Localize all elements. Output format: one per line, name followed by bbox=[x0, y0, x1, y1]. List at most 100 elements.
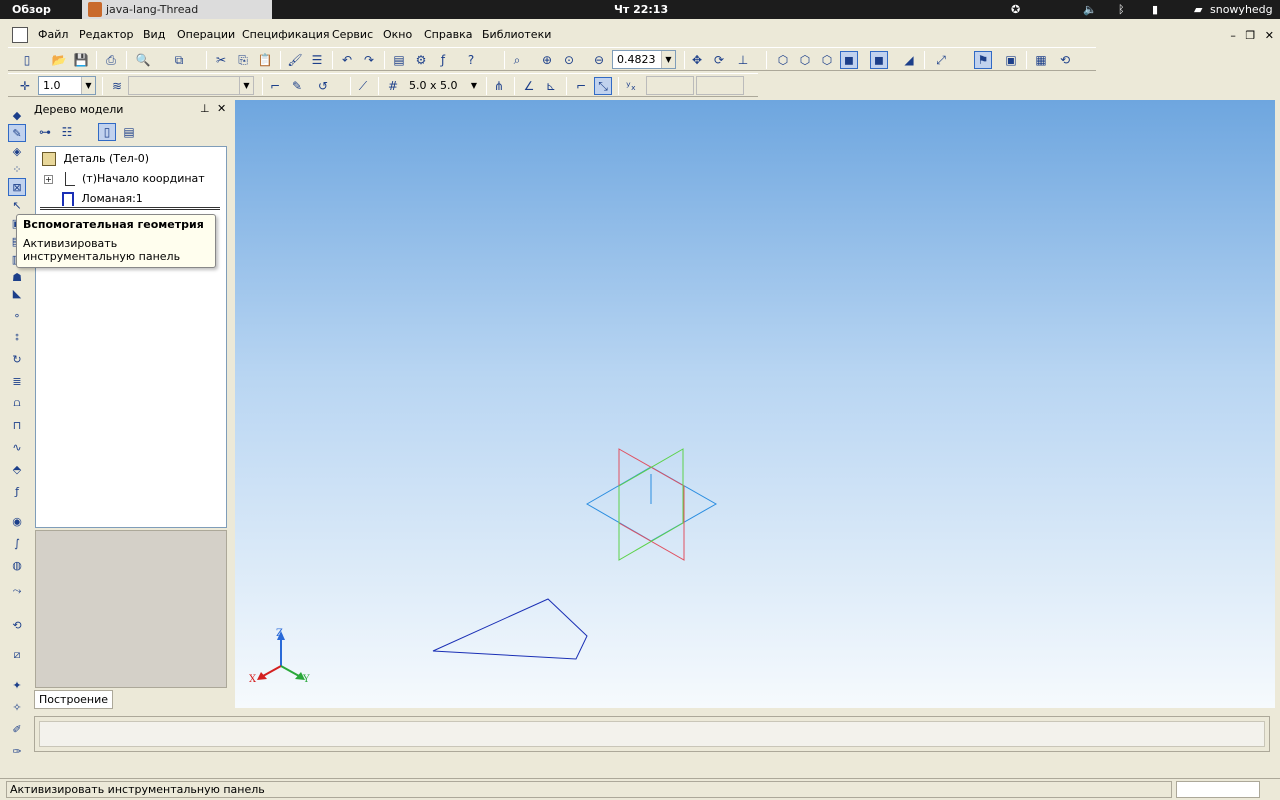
pin-icon[interactable]: ⊥ bbox=[200, 102, 210, 115]
activities-button[interactable]: Обзор bbox=[12, 3, 51, 16]
wireframe-icon[interactable]: ⬡ bbox=[774, 51, 792, 69]
volume-icon[interactable]: 🔈 bbox=[1083, 3, 1097, 16]
paste-icon[interactable]: 📋 bbox=[256, 51, 274, 69]
menu-view[interactable]: Вид bbox=[143, 28, 165, 41]
app-menu-icon[interactable] bbox=[12, 27, 28, 43]
layer-icon[interactable]: ≋ bbox=[108, 77, 126, 95]
bend-icon[interactable]: ⤳ bbox=[8, 582, 26, 600]
projection-icon[interactable]: ◉ bbox=[8, 512, 26, 530]
menu-window[interactable]: Окно bbox=[383, 28, 412, 41]
tree-structure-icon[interactable]: ⊶ bbox=[36, 123, 54, 141]
helix-icon[interactable]: ↻ bbox=[8, 350, 26, 368]
save-icon[interactable]: 💾 bbox=[72, 51, 90, 69]
chevron-down-icon[interactable]: ▼ bbox=[661, 51, 675, 68]
undo-icon[interactable]: ↶ bbox=[338, 51, 356, 69]
help-pointer-icon[interactable]: ? bbox=[462, 51, 480, 69]
menu-file[interactable]: Файл bbox=[38, 28, 68, 41]
active-task-button[interactable]: java-lang-Thread bbox=[82, 0, 272, 19]
tree-view-icon[interactable]: ☷ bbox=[58, 123, 76, 141]
library-icon[interactable]: ▣ bbox=[1002, 51, 1020, 69]
shaded-edges-icon[interactable]: ◼ bbox=[870, 51, 888, 69]
spline-icon[interactable]: ∿ bbox=[8, 438, 26, 456]
menu-help[interactable]: Справка bbox=[424, 28, 472, 41]
menu-libraries[interactable]: Библиотеки bbox=[482, 28, 551, 41]
zoom-area-icon[interactable]: ⊙ bbox=[560, 51, 578, 69]
close-icon[interactable]: ✕ bbox=[217, 102, 226, 115]
grid-combo[interactable]: 5.0 x 5.0 ▼ bbox=[404, 76, 482, 95]
arrays-icon[interactable]: ⁘ bbox=[8, 160, 26, 178]
editing-icon[interactable]: ◆ bbox=[8, 106, 26, 124]
new-file-icon[interactable]: ▯ bbox=[18, 51, 36, 69]
copy-icon[interactable]: ⎘ bbox=[234, 51, 252, 69]
surfaces-icon[interactable]: ◈ bbox=[8, 142, 26, 160]
align-icon[interactable]: ⟋ bbox=[354, 77, 372, 95]
tree-node-origin[interactable]: + (т)Начало координат bbox=[44, 172, 205, 186]
reference-icon[interactable]: ↺ bbox=[314, 77, 332, 95]
measure-icon[interactable]: ▦ bbox=[1032, 51, 1050, 69]
surface-curve-icon[interactable]: ⬘ bbox=[8, 460, 26, 478]
pan-icon[interactable]: ✥ bbox=[688, 51, 706, 69]
perspective-icon[interactable]: ◢ bbox=[900, 51, 918, 69]
chevron-down-icon[interactable]: ▼ bbox=[81, 77, 95, 94]
intersection-icon[interactable]: ∫ bbox=[8, 534, 26, 552]
tool-c-icon[interactable]: ✐ bbox=[8, 720, 26, 738]
step-combo[interactable]: 1.0 ▼ bbox=[38, 76, 96, 95]
refresh-icon[interactable]: ⟲ bbox=[1056, 51, 1074, 69]
grid-icon[interactable]: # bbox=[384, 77, 402, 95]
point-icon[interactable]: ∘ bbox=[8, 306, 26, 324]
magnet-icon[interactable]: ⋔ bbox=[490, 77, 508, 95]
cut-icon[interactable]: ✂ bbox=[212, 51, 230, 69]
formula-curve-icon[interactable]: ƒ bbox=[8, 482, 26, 500]
menu-operations[interactable]: Операции bbox=[177, 28, 235, 41]
sketch-panel-icon[interactable]: ✎ bbox=[8, 124, 26, 142]
snap-active-icon[interactable]: ⤡ bbox=[594, 77, 612, 95]
accessibility-icon[interactable]: ✪ bbox=[1011, 3, 1020, 16]
tool-a-icon[interactable]: ✦ bbox=[8, 676, 26, 694]
shaded-icon[interactable]: ◼ bbox=[840, 51, 858, 69]
tree-mode-icon[interactable]: ▯ bbox=[98, 123, 116, 141]
auxiliary-geometry-icon[interactable]: ⊠ bbox=[8, 178, 26, 196]
dimensions-icon[interactable]: ↖ bbox=[8, 196, 26, 214]
points-icon[interactable]: ⦂ bbox=[8, 328, 26, 346]
print-icon[interactable]: ⎙ bbox=[102, 51, 120, 69]
redo-icon[interactable]: ↷ bbox=[360, 51, 378, 69]
tree-icon[interactable]: ⚑ bbox=[974, 51, 992, 69]
battery-icon[interactable]: ▮ bbox=[1152, 3, 1158, 16]
hidden-lines-icon[interactable]: ⬡ bbox=[796, 51, 814, 69]
format-painter-icon[interactable]: 🖌 bbox=[286, 51, 304, 69]
layout-icon[interactable]: ⧉ bbox=[170, 51, 188, 69]
local-cs-icon[interactable]: ∠ bbox=[520, 77, 538, 95]
spiral-icon[interactable]: ≣ bbox=[8, 372, 26, 390]
3d-viewport[interactable]: Z X Y bbox=[235, 100, 1275, 708]
expand-icon[interactable]: + bbox=[44, 175, 53, 184]
sheet-icon[interactable]: ◣ bbox=[8, 284, 26, 302]
bluetooth-icon[interactable]: ᛒ bbox=[1118, 3, 1125, 16]
menu-editor[interactable]: Редактор bbox=[79, 28, 134, 41]
tool-d-icon[interactable]: ✑ bbox=[8, 742, 26, 760]
function-icon[interactable]: ƒ bbox=[434, 51, 452, 69]
restore-icon[interactable]: ❐ bbox=[1245, 29, 1255, 42]
connect-icon[interactable]: ⟲ bbox=[8, 616, 26, 634]
rebuild-icon[interactable]: ⧄ bbox=[8, 646, 26, 664]
orientation-icon[interactable]: ⊥ bbox=[734, 51, 752, 69]
thin-lines-icon[interactable]: ⬡ bbox=[818, 51, 836, 69]
ortho-icon[interactable]: ⌐ bbox=[572, 77, 590, 95]
username[interactable]: snowyhedg bbox=[1210, 3, 1273, 16]
rotate-icon[interactable]: ⟳ bbox=[710, 51, 728, 69]
chevron-down-icon[interactable]: ▼ bbox=[467, 77, 481, 94]
zoom-scale-icon[interactable]: ⊖ bbox=[590, 51, 608, 69]
variables-icon[interactable]: ⚙ bbox=[412, 51, 430, 69]
tree-list-icon[interactable]: ▤ bbox=[120, 123, 138, 141]
sketch-icon[interactable]: ⌐ bbox=[266, 77, 284, 95]
properties-icon[interactable]: ☰ bbox=[308, 51, 326, 69]
preview-icon[interactable]: 🔍 bbox=[134, 51, 152, 69]
tree-root-node[interactable]: Деталь (Тел-0) bbox=[42, 152, 149, 166]
zoom-value-combo[interactable]: 0.4823 ▼ bbox=[612, 50, 676, 69]
coords-icon[interactable]: ʸₓ bbox=[622, 77, 640, 95]
tool-b-icon[interactable]: ✧ bbox=[8, 698, 26, 716]
snap-icon[interactable]: ✛ bbox=[16, 77, 34, 95]
close-icon[interactable]: ✕ bbox=[1265, 29, 1274, 42]
zoom-window-icon[interactable]: ⌕ bbox=[508, 51, 526, 69]
filter-icon[interactable]: ⤢ bbox=[932, 51, 950, 69]
menu-service[interactable]: Сервис bbox=[332, 28, 373, 41]
